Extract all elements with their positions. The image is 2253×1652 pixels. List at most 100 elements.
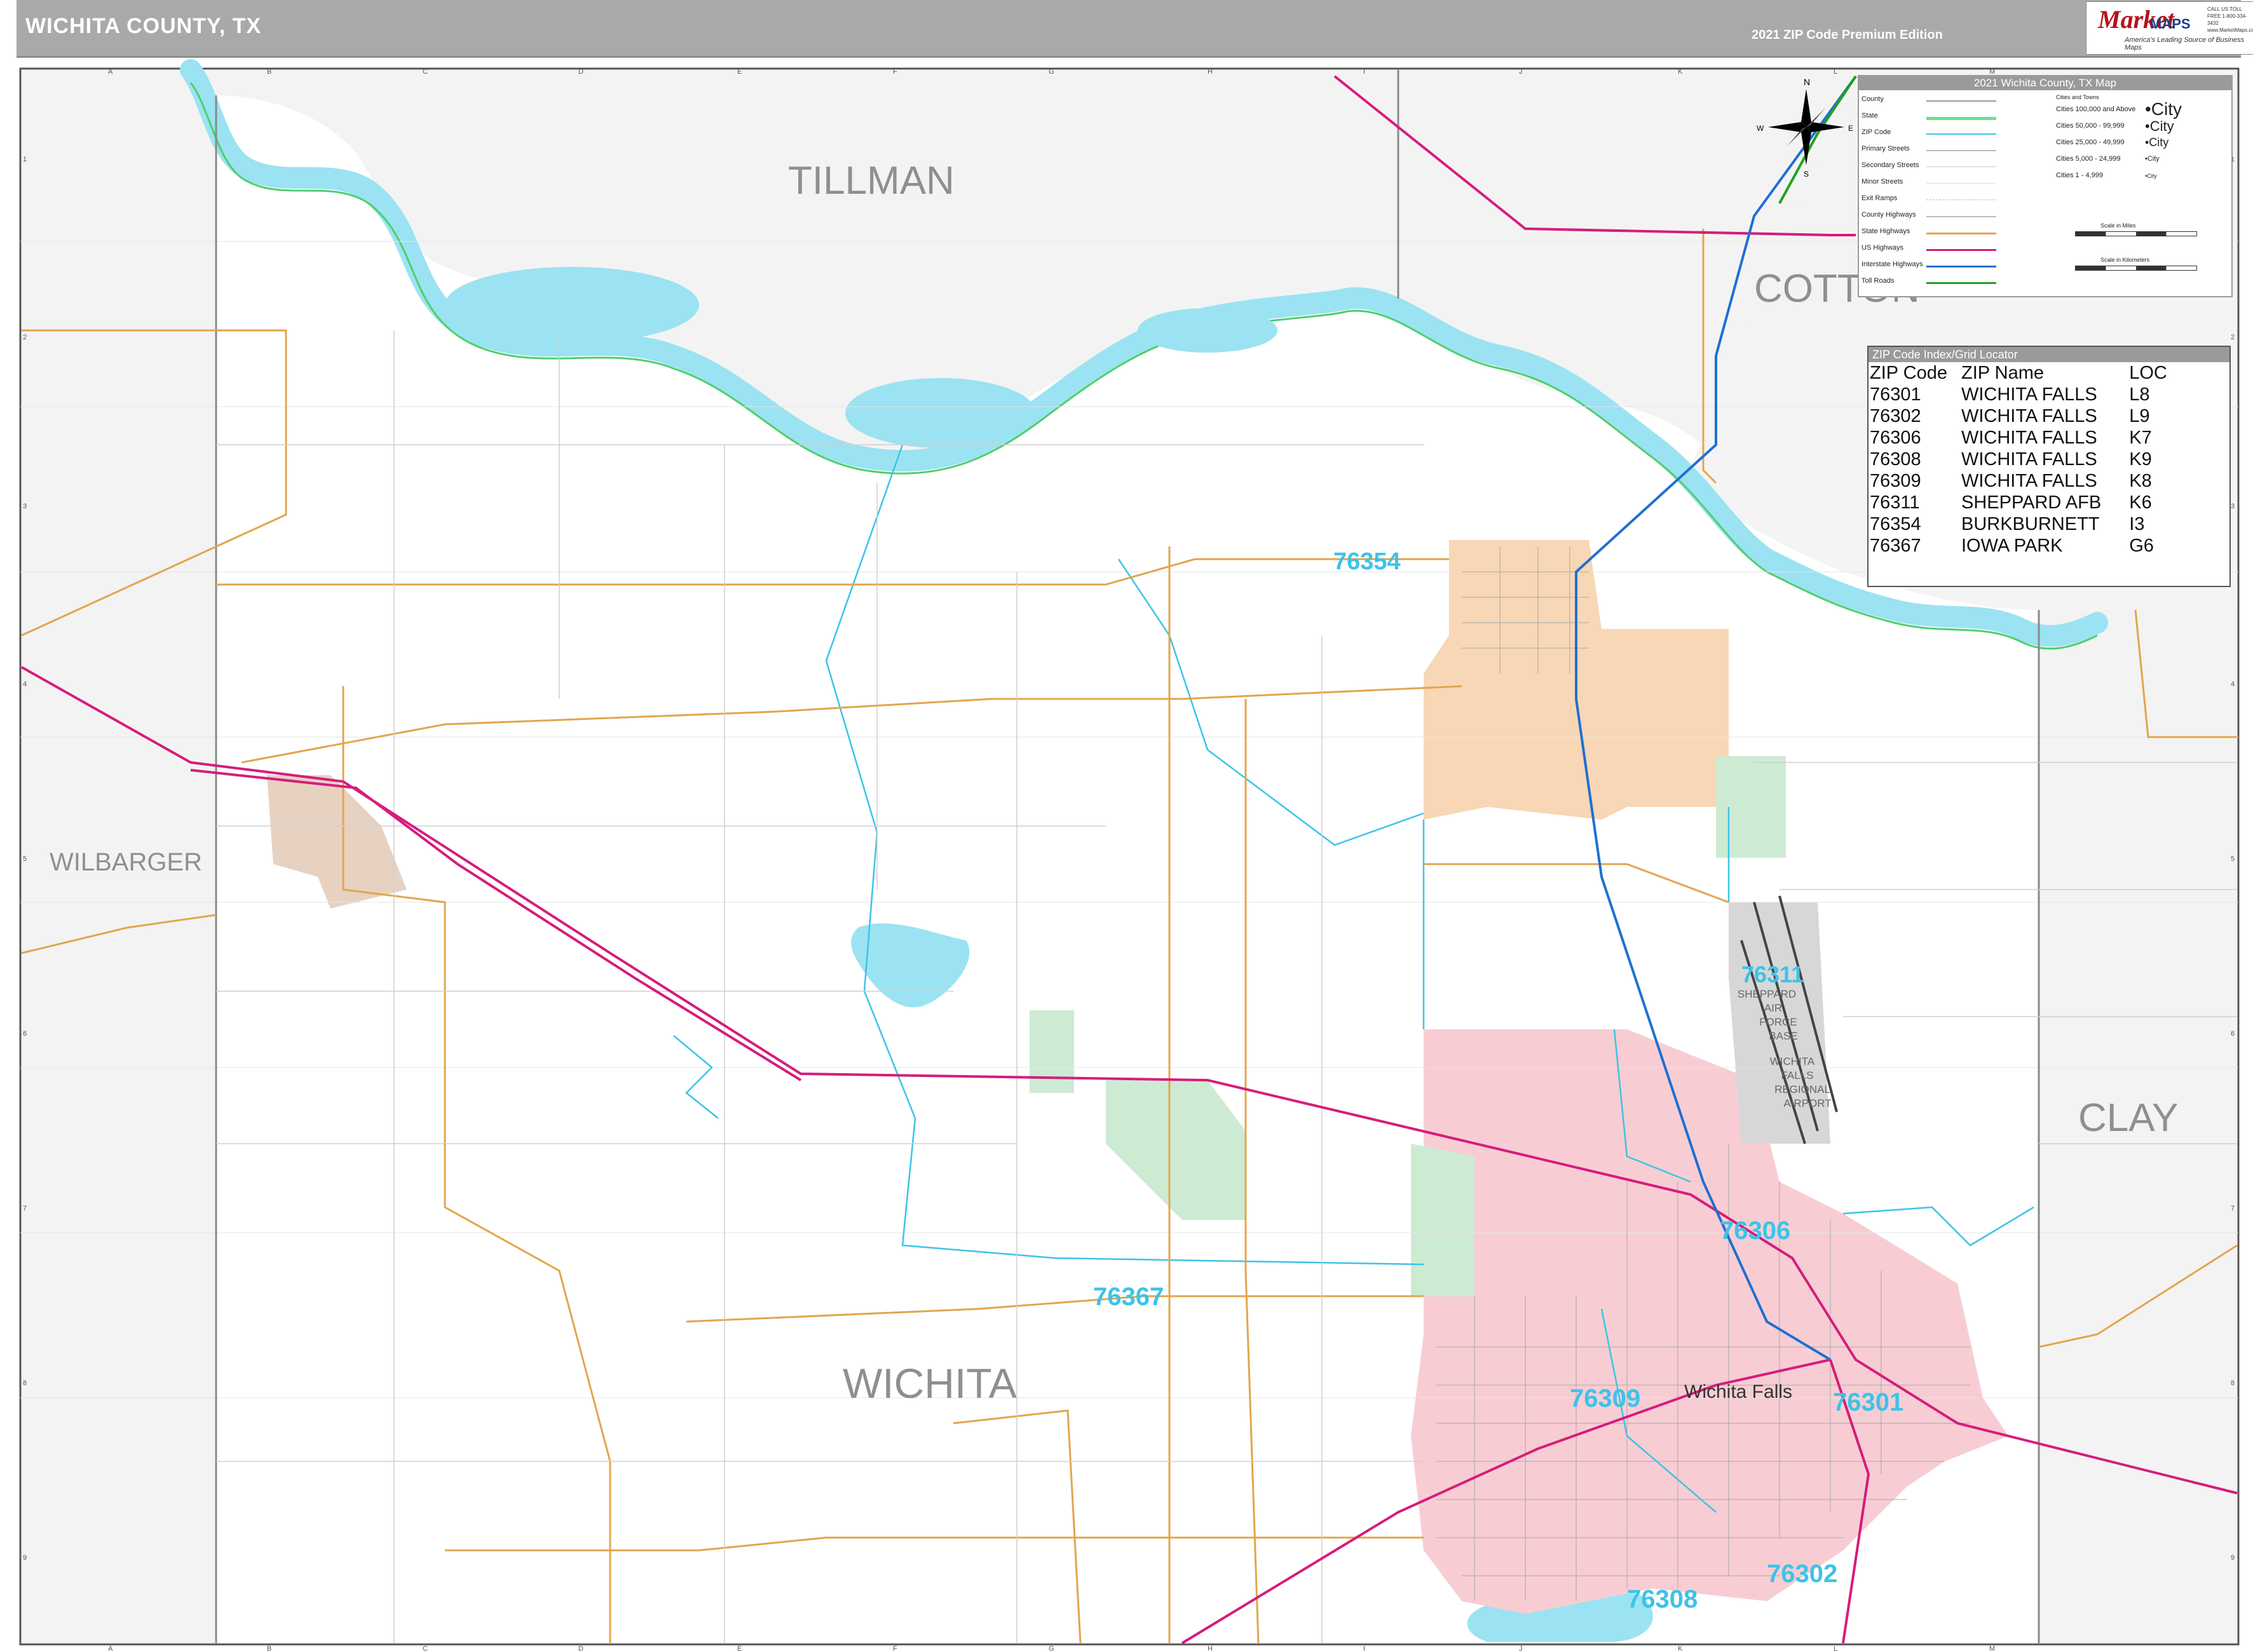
grid-col-label: G (1049, 68, 1054, 76)
legend-title: 2021 Wichita County, TX Map (1859, 76, 2231, 90)
legend-swatch-minor (1926, 183, 1996, 184)
legend-swatch-state-hwy (1926, 233, 1996, 234)
svg-text:REGIONAL: REGIONAL (1774, 1083, 1830, 1095)
legend-city-sample-5: •City (2145, 173, 2157, 179)
svg-text:AIRPORT: AIRPORT (1783, 1097, 1831, 1109)
legend-city-sample-1: •City (2145, 99, 2182, 119)
grid-col-label: C (423, 1645, 428, 1652)
zip-loc-cell: L9 (2129, 406, 2150, 426)
zip-label-76302: 76302 (1767, 1560, 1837, 1588)
zip-name-cell: WICHITA FALLS (1961, 449, 2097, 470)
legend-city-tier-5: Cities 1 - 4,999 (2056, 172, 2103, 179)
grid-col-label: K (1678, 1645, 1683, 1652)
svg-text:S: S (1804, 170, 1809, 179)
grid-col-label: M (1989, 1645, 1995, 1652)
legend-scale-km-label: Scale in Kilometers (2100, 257, 2150, 263)
grid-row-label: 1 (23, 156, 27, 163)
legend-swatch-county-hwy (1926, 216, 1996, 217)
zip-name-cell: BURKBURNETT (1961, 514, 2100, 534)
zip-index-table: ZIP Code ZIP Name LOC 76301 WICHITA FALL… (1870, 362, 2172, 557)
grid-row-label: 6 (2231, 1030, 2235, 1038)
zip-cell: 76302 (1870, 406, 1921, 426)
grid-col-label: F (893, 68, 897, 76)
zip-loc-cell: K7 (2129, 428, 2152, 448)
zip-index-title: ZIP Code Index/Grid Locator (1868, 347, 2229, 362)
legend-swatch-state (1926, 117, 1996, 120)
table-row: 76354 BURKBURNETT I3 (1870, 513, 2172, 535)
grid-col-label: I (1363, 68, 1365, 76)
grid-col-label: J (1519, 1645, 1523, 1652)
market-maps-logo[interactable]: Market MAPS America's Leading Source of … (2086, 1, 2253, 55)
grid-row-label: 8 (23, 1379, 27, 1387)
legend-scale-miles-bar (2075, 231, 2197, 236)
header-bar: WICHITA COUNTY, TX 2021 ZIP Code Premium… (17, 0, 2253, 58)
zip-name-cell: WICHITA FALLS (1961, 428, 2097, 448)
svg-text:SHEPPARD: SHEPPARD (1738, 988, 1796, 1000)
legend-item-primary: Primary Streets (1862, 145, 1910, 152)
logo-tagline: America's Leading Source of Business Map… (2125, 36, 2244, 51)
zip-cell: 76367 (1870, 536, 1921, 556)
zip-cell: 76309 (1870, 471, 1921, 491)
zip-name-cell: WICHITA FALLS (1961, 471, 2097, 491)
legend-scale-km-bar (2075, 266, 2197, 271)
zip-label-76367: 76367 (1093, 1283, 1164, 1311)
legend-city-tier-2: Cities 50,000 - 99,999 (2056, 122, 2125, 130)
grid-col-label: F (893, 1645, 897, 1652)
zip-loc-cell: I3 (2129, 514, 2145, 534)
grid-col-label: L (1834, 68, 1837, 76)
grid-col-label: H (1208, 1645, 1213, 1652)
svg-text:N: N (1804, 77, 1810, 87)
grid-row-label: 2 (2231, 334, 2235, 341)
grid-col-label: J (1519, 68, 1523, 76)
legend-city-sample-4: •City (2145, 155, 2160, 163)
legend-swatch-zip (1926, 133, 1996, 135)
zip-label-76308: 76308 (1627, 1585, 1698, 1613)
legend-swatch-primary (1926, 150, 1996, 151)
grid-col-label: B (267, 1645, 271, 1652)
county-label-tillman: TILLMAN (788, 159, 955, 203)
zip-name-cell: WICHITA FALLS (1961, 406, 2097, 426)
zip-loc-cell: L8 (2129, 384, 2150, 405)
table-row: 76367 IOWA PARK G6 (1870, 535, 2172, 557)
page-title: WICHITA COUNTY, TX (25, 14, 262, 38)
zip-label-76354: 76354 (1333, 548, 1401, 575)
city-label-wichita-falls: Wichita Falls (1684, 1381, 1792, 1402)
grid-col-label: D (578, 68, 583, 76)
legend-cities-header: Cities and Towns (2056, 94, 2099, 100)
grid-row-label: 9 (2231, 1554, 2235, 1562)
svg-text:FALLS: FALLS (1781, 1069, 1813, 1081)
zip-area-green-north (1716, 756, 1786, 858)
zip-name-cell: WICHITA FALLS (1961, 384, 2097, 405)
river-bulge-mid (845, 378, 1036, 448)
zip-area-green-west (1030, 1010, 1074, 1093)
zip-index-header-row: ZIP Code ZIP Name LOC (1870, 362, 2172, 384)
legend-swatch-us-hwy (1926, 249, 1996, 251)
grid-row-label: 9 (23, 1554, 27, 1562)
zip-loc-cell: K9 (2129, 449, 2152, 470)
zip-area-green-mid (1411, 1144, 1474, 1296)
grid-row-label: 4 (2231, 680, 2235, 688)
legend-city-sample-3: •City (2145, 136, 2169, 149)
zip-code-index: ZIP Code Index/Grid Locator ZIP Code ZIP… (1867, 346, 2231, 587)
zip-label-76311: 76311 (1741, 961, 1804, 987)
legend-item-zip: ZIP Code (1862, 128, 1891, 136)
legend-city-sample-2: •City (2145, 118, 2174, 134)
grid-col-label: B (267, 68, 271, 76)
legend-item-county-hwy: County Highways (1862, 211, 1916, 219)
grid-row-label: 3 (2231, 503, 2235, 510)
grid-col-label: K (1678, 68, 1683, 76)
legend-item-toll: Toll Roads (1862, 277, 1895, 285)
grid-col-label: E (737, 1645, 742, 1652)
zip-index-col-zip: ZIP Code (1870, 363, 1947, 383)
grid-row-label: 6 (23, 1030, 27, 1038)
legend-item-county: County (1862, 95, 1884, 103)
legend-swatch-interstate (1926, 266, 1996, 267)
legend-city-tier-3: Cities 25,000 - 49,999 (2056, 139, 2125, 146)
legend-item-exit: Exit Ramps (1862, 194, 1898, 202)
svg-text:BASE: BASE (1769, 1030, 1797, 1042)
grid-row-label: 2 (23, 334, 27, 341)
zip-cell: 76306 (1870, 428, 1921, 448)
table-row: 76309 WICHITA FALLS K8 (1870, 470, 2172, 492)
zip-loc-cell: K8 (2129, 471, 2152, 491)
legend-item-state-hwy: State Highways (1862, 227, 1910, 235)
